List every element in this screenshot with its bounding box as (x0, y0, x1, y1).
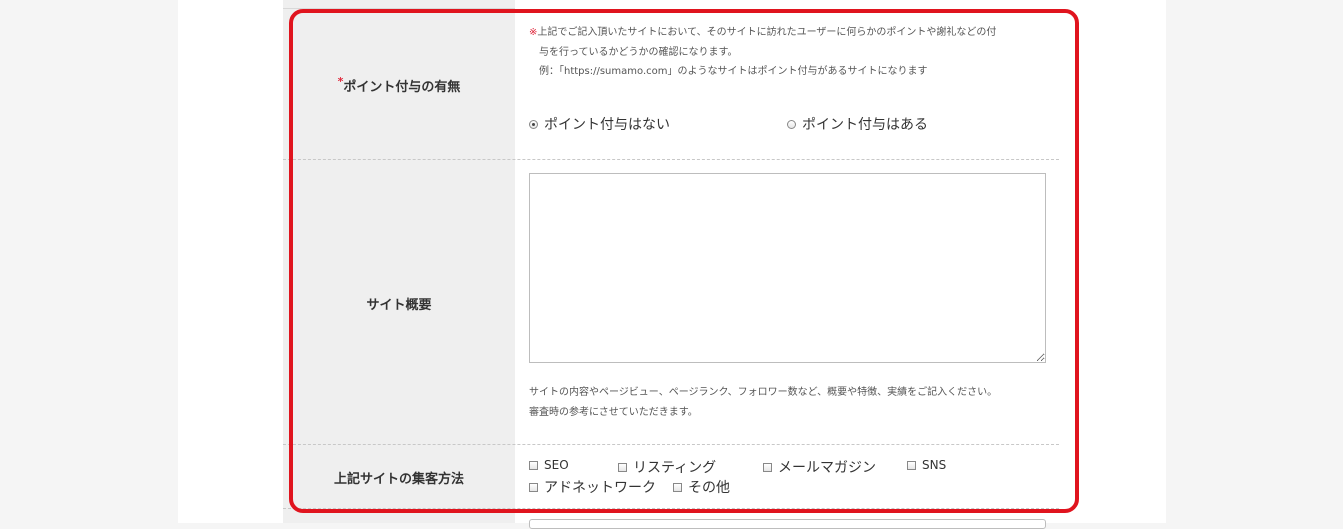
site-overview-hint: サイトの内容やページビュー、ページランク、フォロワー数など、概要や特徴、実績をご… (529, 383, 997, 422)
checkbox-other-label: その他 (688, 480, 730, 496)
application-form: *ポイント付与の有無 ※上記でご記入頂いたサイトにおいて、そのサイトに訪れたユー… (283, 0, 1059, 529)
acquisition-method-label: 上記サイトの集客方法 (333, 472, 464, 487)
radio-has-point[interactable]: ポイント付与はある (787, 114, 928, 134)
checkbox-seo-label: SEO (544, 458, 569, 472)
checkbox-mail-magazine-label: メールマガジン (778, 460, 876, 476)
row-divider (283, 444, 1059, 445)
checkbox-box[interactable] (907, 460, 916, 470)
checkbox-ad-network-label: アドネットワーク (544, 480, 656, 496)
radio-no-point[interactable]: ポイント付与はない (529, 114, 670, 134)
checkbox-box[interactable] (763, 462, 772, 472)
site-overview-label: サイト概要 (366, 298, 432, 313)
checkbox-box[interactable] (618, 462, 627, 472)
radio-button[interactable] (787, 119, 796, 129)
checkbox-box[interactable] (529, 460, 538, 470)
checkbox-listing-label: リスティング (633, 460, 717, 476)
radio-has-point-label: ポイント付与はある (802, 117, 928, 133)
note-line-1: ※上記でご記入頂いたサイトにおいて、そのサイトに訪れたユーザーに何らかのポイント… (529, 23, 996, 43)
row-divider (283, 159, 1059, 160)
checkbox-ad-network[interactable]: アドネットワーク (529, 477, 656, 497)
note-line-3: 例：「https://sumamo.com」のようなサイトはポイント付与があるサ… (539, 66, 928, 77)
radio-button-checked[interactable] (529, 119, 538, 129)
site-overview-textarea[interactable] (529, 173, 1046, 363)
checkbox-box[interactable] (529, 482, 538, 492)
point-grant-note: ※上記でご記入頂いたサイトにおいて、そのサイトに訪れたユーザーに何らかのポイント… (529, 23, 996, 82)
point-grant-label-text: ポイント付与の有無 (343, 80, 461, 95)
hint-line-1: サイトの内容やページビュー、ページランク、フォロワー数など、概要や特徴、実績をご… (529, 387, 998, 398)
checkbox-seo[interactable]: SEO (529, 458, 569, 472)
checkbox-mail-magazine[interactable]: メールマガジン (763, 457, 876, 477)
required-mark: * (337, 75, 344, 88)
radio-no-point-label: ポイント付与はない (544, 117, 670, 133)
checkbox-sns[interactable]: SNS (907, 458, 946, 472)
note-text-1: 上記でご記入頂いたサイトにおいて、そのサイトに訪れたユーザーに何らかのポイントや… (537, 27, 997, 38)
point-grant-label: *ポイント付与の有無 (283, 75, 515, 95)
checkbox-other[interactable]: その他 (673, 477, 730, 497)
next-field-input[interactable] (529, 519, 1046, 529)
row-divider (283, 508, 1059, 509)
top-divider (283, 8, 515, 9)
note-line-2: 与を行っているかどうかの確認になります。 (539, 46, 738, 58)
checkbox-box[interactable] (673, 482, 682, 492)
checkbox-sns-label: SNS (922, 458, 947, 472)
hint-line-2: 審査時の参考にさせていただきます。 (529, 406, 698, 418)
checkbox-listing[interactable]: リスティング (618, 457, 716, 477)
